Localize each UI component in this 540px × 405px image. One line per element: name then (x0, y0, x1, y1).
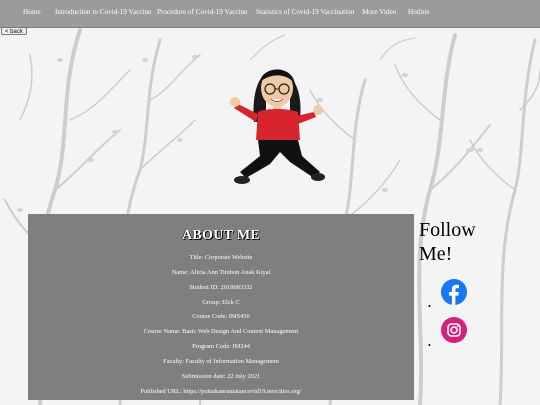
nav-item-hotline[interactable]: Hotline (408, 8, 430, 16)
about-me-panel: ABOUT ME Title: Corporate Website Name: … (28, 214, 414, 400)
follow-title-line1: Follow (419, 219, 476, 241)
detail-student-id: Student ID: 2018683332 (189, 283, 253, 291)
detail-faculty: Faculty: Faculty of Information Manageme… (163, 357, 279, 365)
detail-title: Title: Corporate Website (189, 254, 253, 261)
about-me-heading: ABOUT ME (182, 228, 260, 243)
nav-item-home[interactable]: Home (23, 8, 41, 16)
detail-program-code: Program Code: IM244 (192, 343, 250, 351)
list-bullet: • (428, 302, 431, 311)
detail-submission-date: Submission date: 22 July 2021 (181, 372, 261, 380)
follow-me-heading: Follow Me! (419, 218, 534, 266)
instagram-icon (441, 317, 467, 343)
detail-published-url[interactable]: Published URL: https://putuskanrantaianc… (28, 385, 414, 400)
detail-course-name: Course Name: Basic Web Design And Conten… (143, 328, 299, 336)
facebook-link[interactable] (441, 279, 467, 305)
detail-course-code: Course Code: IMS456 (192, 313, 250, 321)
bitmoji-avatar-icon (230, 69, 325, 184)
nav-item-procedure[interactable]: Procedure of Covid-19 Vaccine (157, 8, 247, 16)
back-button[interactable]: < back (1, 27, 27, 35)
list-bullet: • (428, 341, 431, 350)
facebook-icon (441, 279, 467, 305)
nav-item-statistics[interactable]: Statistics of Covid-19 Vaccination (256, 8, 354, 16)
top-navbar: Home Introduction to Covid-19 Vaccine Pr… (0, 0, 540, 28)
about-me-details: Title: Corporate Website Name: Alicia An… (28, 251, 414, 399)
detail-group: Group: Elck C (202, 298, 240, 306)
instagram-link[interactable] (441, 317, 467, 343)
follow-title-line2: Me! (419, 243, 453, 265)
detail-name: Name: Alicia Ann Timbun Anak Kiyai (171, 268, 271, 276)
nav-item-introduction[interactable]: Introduction to Covid-19 Vaccine (55, 8, 151, 16)
nav-item-more-video[interactable]: More Video (362, 8, 396, 16)
